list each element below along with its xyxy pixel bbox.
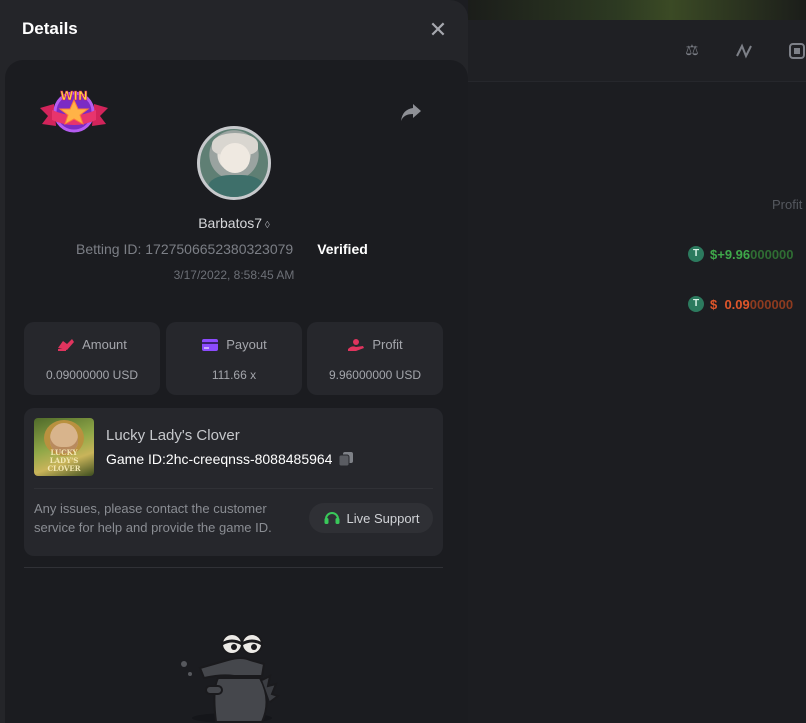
- fullscreen-icon[interactable]: [788, 42, 806, 60]
- game-thumbnail-title: LUCKY LADY'S CLOVER: [47, 448, 81, 473]
- bet-timestamp: 3/17/2022, 8:58:45 AM: [173, 268, 295, 282]
- live-support-button[interactable]: Live Support: [309, 503, 433, 533]
- headset-icon: [324, 512, 339, 524]
- divider: [24, 567, 443, 568]
- support-note: Any issues, please contact the customer …: [34, 501, 272, 535]
- tether-icon: T: [688, 296, 704, 312]
- close-icon[interactable]: ✕: [428, 19, 448, 41]
- game-id: Game ID:2hc-creeqnss-8088485964: [106, 451, 333, 467]
- game-info-box: LUCKY LADY'S CLOVER Lucky Lady's Clover …: [24, 408, 443, 556]
- bet-id-row: Betting ID: 1727506652380323079 Verified: [76, 241, 368, 257]
- copy-icon[interactable]: [338, 451, 354, 467]
- tether-icon: T: [688, 246, 704, 262]
- stat-value: 0.09000000 USD: [45, 368, 139, 382]
- stat-value: 111.66 x: [211, 368, 257, 382]
- game-thumbnail[interactable]: LUCKY LADY'S CLOVER: [34, 418, 94, 476]
- crocodile-mascot-illustration: [181, 633, 281, 723]
- bet-details-modal: Details ✕ WIN Barbatos7 ◊ Betting ID: 17…: [0, 0, 468, 723]
- stat-value: 9.96000000 USD: [328, 368, 422, 382]
- divider: [34, 488, 433, 489]
- graph-icon[interactable]: [735, 42, 753, 60]
- game-id-row: Game ID:2hc-creeqnss-8088485964: [106, 451, 354, 467]
- profit-hand-icon: [348, 338, 365, 351]
- stat-label: Profit: [372, 337, 403, 352]
- username: Barbatos7 ◊: [198, 215, 270, 231]
- scale-icon[interactable]: ⚖: [683, 42, 701, 60]
- profit-column-header: Profit: [772, 197, 803, 212]
- payout-card-icon: [202, 338, 219, 351]
- profit-row: T $ 0.09000000: [688, 295, 793, 313]
- stat-label: Amount: [82, 337, 127, 352]
- live-support-label: Live Support: [346, 510, 420, 526]
- stat-label: Payout: [226, 337, 267, 352]
- game-name[interactable]: Lucky Lady's Clover: [106, 427, 240, 444]
- stat-payout: Payout 111.66 x: [166, 322, 302, 395]
- amount-icon: [58, 338, 75, 351]
- background-toolbar: [468, 20, 806, 82]
- modal-title: Details: [22, 19, 78, 38]
- stat-profit: Profit 9.96000000 USD: [307, 322, 443, 395]
- stat-amount: Amount 0.09000000 USD: [24, 322, 160, 395]
- win-badge-text: WIN: [60, 89, 88, 103]
- win-star-badge: WIN: [40, 89, 108, 133]
- background-banner: [468, 0, 806, 20]
- avatar: [197, 126, 271, 200]
- verified-label: Verified: [317, 241, 368, 257]
- share-arrow-icon[interactable]: [399, 101, 423, 123]
- betting-id: Betting ID: 1727506652380323079: [76, 241, 294, 257]
- profit-row: T $+9.96000000: [688, 245, 794, 263]
